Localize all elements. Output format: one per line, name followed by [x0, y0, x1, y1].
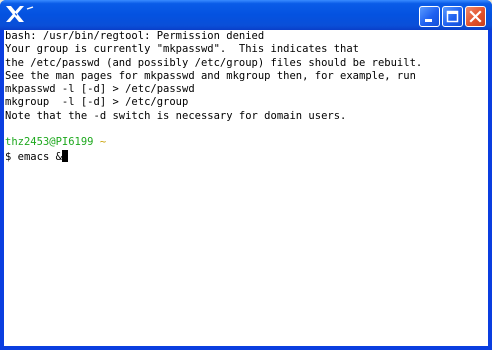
- output-line: bash: /usr/bin/regtool: Permission denie…: [5, 30, 265, 42]
- close-button[interactable]: [465, 6, 486, 27]
- command-line[interactable]: $ emacs &: [5, 149, 487, 163]
- prompt-line: thz2453@PI6199 ~: [5, 136, 487, 149]
- command-text: emacs &: [17, 150, 62, 163]
- maximize-icon: [446, 10, 459, 23]
- output-line: See the man pages for mkpasswd and mkgro…: [5, 69, 416, 82]
- prompt-cwd: ~: [99, 136, 107, 149]
- minimize-button[interactable]: [419, 6, 440, 27]
- output-line: mkgroup -l [-d] > /etc/group: [5, 96, 189, 109]
- prompt-user-host: thz2453@PI6199: [5, 136, 94, 149]
- prompt-symbol: $: [5, 150, 12, 163]
- output-line: the /etc/passwd (and possibly /etc/group…: [5, 56, 423, 69]
- close-icon: [469, 10, 482, 23]
- output-line: Note that the -d switch is necessary for…: [5, 109, 347, 122]
- x-window-icon[interactable]: [4, 4, 26, 24]
- output-line: Your group is currently "mkpasswd". This…: [5, 43, 360, 56]
- maximize-button[interactable]: [442, 6, 463, 27]
- terminal-window: bash: /usr/bin/regtool: Permission denie…: [0, 0, 492, 350]
- terminal-client-area[interactable]: bash: /usr/bin/regtool: Permission denie…: [4, 30, 488, 346]
- system-menu-icon[interactable]: [26, 6, 34, 12]
- terminal-output[interactable]: bash: /usr/bin/regtool: Permission denie…: [5, 30, 487, 346]
- title-bar[interactable]: [0, 0, 492, 30]
- output-line: mkpasswd -l [-d] > /etc/passwd: [5, 83, 195, 96]
- text-cursor: [61, 149, 68, 162]
- minimize-icon: [425, 19, 432, 22]
